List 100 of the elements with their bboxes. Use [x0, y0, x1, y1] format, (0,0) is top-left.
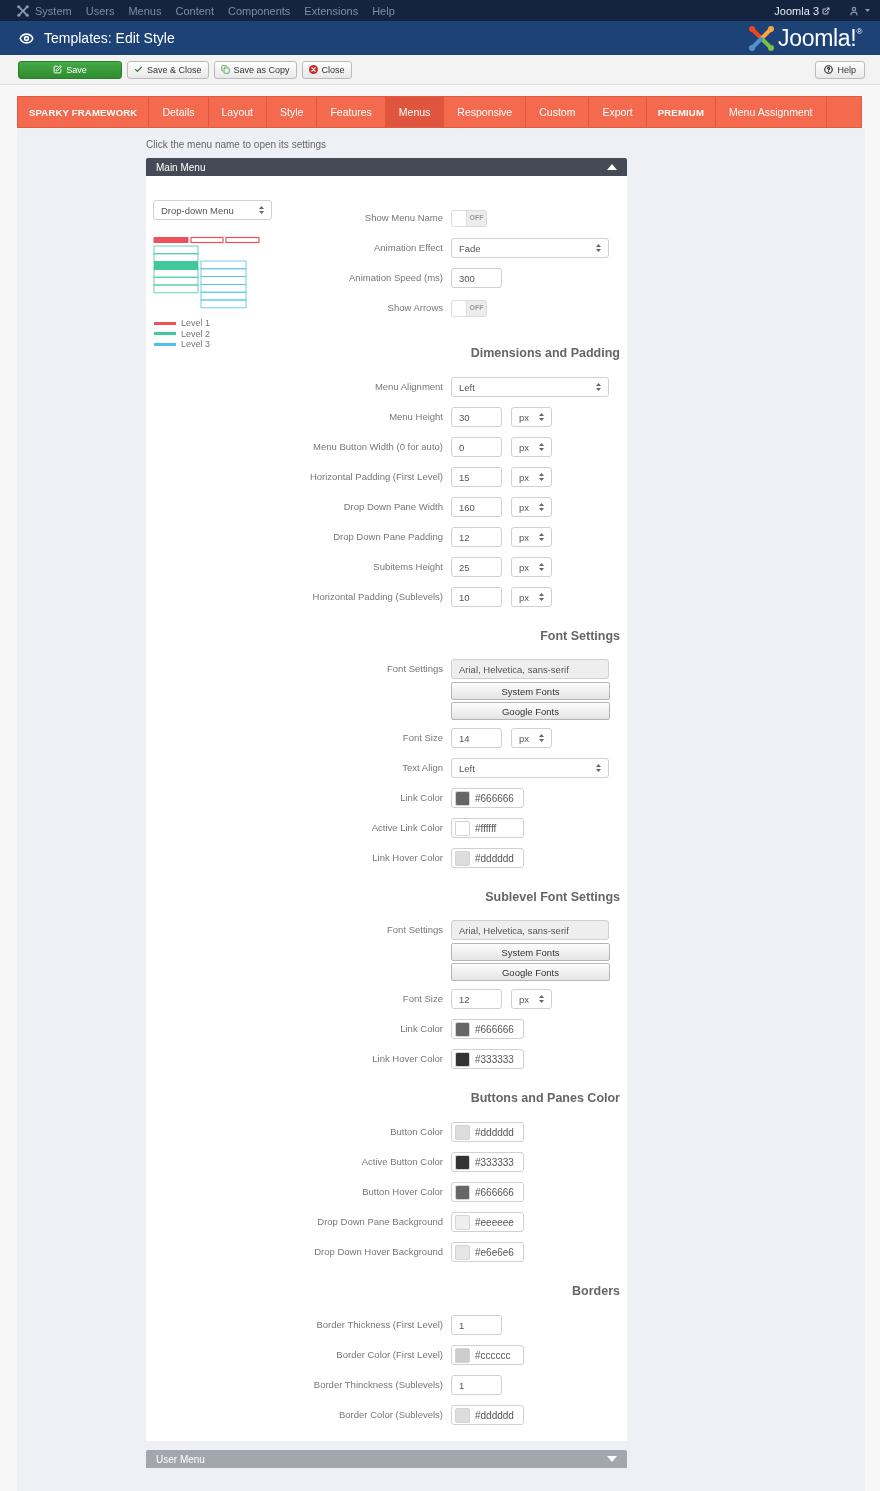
help-button[interactable]: Help	[815, 60, 865, 79]
text-input[interactable]: 1	[451, 1375, 502, 1395]
text-input[interactable]: 25	[451, 557, 502, 577]
site-link[interactable]: Joomla 3	[774, 4, 830, 17]
field-label: Link Color	[400, 791, 443, 805]
text-input[interactable]: 300	[451, 268, 502, 288]
nav-menu-item[interactable]: Components	[228, 4, 291, 17]
text-input[interactable]: 12	[451, 527, 502, 547]
up-down-arrows-icon	[596, 244, 601, 252]
field-label: Animation Effect	[374, 241, 443, 255]
triangle-up-icon	[607, 164, 617, 170]
up-down-arrows-icon	[539, 533, 544, 541]
logo-text: Joomla!$^{®}$	[777, 24, 862, 52]
unit-select[interactable]: px	[511, 557, 552, 577]
nav-menu-item[interactable]: Help	[372, 4, 395, 17]
text-input[interactable]: 10	[451, 587, 502, 607]
up-down-arrows-icon	[596, 383, 601, 391]
field-label: Drop Down Hover Background	[314, 1245, 443, 1259]
unit-select[interactable]: px	[511, 407, 552, 427]
field-label: Horizontal Padding (Sublevels)	[312, 590, 443, 604]
section-heading: Sublevel Font Settings	[484, 889, 620, 905]
color-input[interactable]: #666666	[451, 1182, 524, 1202]
up-down-arrows-icon	[539, 734, 544, 742]
field-label: Subitems Height	[373, 560, 443, 574]
nav-menu-item[interactable]: Menus	[128, 4, 162, 17]
menu-type-select[interactable]: Drop-down Menu	[153, 200, 272, 220]
help-icon	[824, 65, 834, 74]
caret-icon[interactable]	[865, 9, 870, 12]
toolbar-button[interactable]: Save as Copy	[213, 60, 297, 79]
field-label: Show Arrows	[387, 301, 443, 315]
unit-select[interactable]: px	[511, 527, 552, 547]
tab[interactable]: Menus	[385, 97, 445, 127]
up-down-arrows-icon	[539, 593, 544, 601]
field-label: Active Button Color	[361, 1155, 443, 1169]
external-link-icon	[822, 6, 830, 15]
unit-select[interactable]: px	[511, 437, 552, 457]
color-input[interactable]: #cccccc	[451, 1345, 524, 1365]
text-input[interactable]: 15	[451, 467, 502, 487]
text-input[interactable]: 1	[451, 1315, 502, 1335]
color-input[interactable]: #dddddd	[451, 848, 524, 868]
field-label: Link Hover Color	[372, 851, 443, 865]
nav-menu-item[interactable]: Content	[175, 4, 214, 17]
field-label: Button Hover Color	[362, 1185, 443, 1199]
field-label: Font Settings	[387, 923, 443, 937]
hint-text: Click the menu name to open its settings	[146, 139, 328, 151]
color-input[interactable]: #dddddd	[451, 1122, 524, 1142]
toolbar-button[interactable]: Close	[301, 60, 352, 79]
up-down-arrows-icon	[539, 443, 544, 451]
field-label: Drop Down Pane Background	[317, 1215, 443, 1229]
field-label: Font Size	[402, 731, 443, 745]
field-label: Border Color (First Level)	[336, 1348, 443, 1362]
unit-select[interactable]: px	[511, 497, 552, 517]
color-input[interactable]: #eeeeee	[451, 1212, 524, 1232]
nav-menu-item[interactable]: System	[35, 4, 72, 17]
section-heading: Borders	[571, 1283, 620, 1299]
text-input[interactable]: 12	[451, 989, 502, 1009]
toolbar-button[interactable]: Save & Close	[127, 60, 209, 79]
field-label: Active Link Color	[371, 821, 443, 835]
section-heading: Font Settings	[539, 628, 620, 644]
select-dropdown[interactable]: Left	[451, 758, 609, 778]
field-label: Link Hover Color	[372, 1052, 443, 1066]
nav-menu-item[interactable]: Users	[85, 4, 115, 17]
select-dropdown[interactable]: Fade	[451, 238, 609, 258]
text-input[interactable]: 30	[451, 407, 502, 427]
color-input[interactable]: #ffffff	[451, 818, 524, 838]
field-label: Menu Alignment	[374, 380, 443, 394]
color-input[interactable]: #666666	[451, 788, 524, 808]
color-input[interactable]: #333333	[451, 1049, 524, 1069]
unit-select[interactable]: px	[511, 587, 552, 607]
unit-select[interactable]: px	[511, 728, 552, 748]
up-down-arrows-icon	[539, 413, 544, 421]
logo-icon	[747, 24, 775, 52]
select-dropdown[interactable]: Left	[451, 377, 609, 397]
toolbar-button[interactable]: Save	[18, 60, 122, 79]
field-label: Border Color (Sublevels)	[339, 1408, 443, 1422]
color-input[interactable]: #666666	[451, 1019, 524, 1039]
field-label: Menu Height	[389, 410, 443, 424]
copy-icon	[220, 65, 230, 74]
text-input[interactable]: 160	[451, 497, 502, 517]
unit-select[interactable]: px	[511, 989, 552, 1009]
text-input[interactable]: 0	[451, 437, 502, 457]
user-icon[interactable]	[849, 5, 859, 16]
edit-icon	[53, 65, 63, 74]
nav-menu-item[interactable]: Extensions	[304, 4, 359, 17]
color-input[interactable]: #dddddd	[451, 1405, 524, 1425]
text-input[interactable]: 14	[451, 728, 502, 748]
color-input[interactable]: #333333	[451, 1152, 524, 1172]
unit-select[interactable]: px	[511, 467, 552, 487]
close-icon	[308, 65, 318, 74]
field-label: Text Align	[402, 761, 443, 775]
field-label: Menu Button Width (0 for auto)	[313, 440, 443, 454]
section-heading: Dimensions and Padding	[469, 345, 620, 361]
accordion-header[interactable]: Main Menu	[146, 158, 627, 176]
field-label: Link Color	[400, 1022, 443, 1036]
eye-icon	[19, 30, 34, 46]
logo-icon[interactable]	[17, 4, 29, 17]
legend-label: Level 1	[181, 318, 211, 329]
color-input[interactable]: #e6e6e6	[451, 1242, 524, 1262]
up-down-arrows-icon	[259, 206, 264, 214]
legend-label: Level 2	[181, 328, 211, 339]
